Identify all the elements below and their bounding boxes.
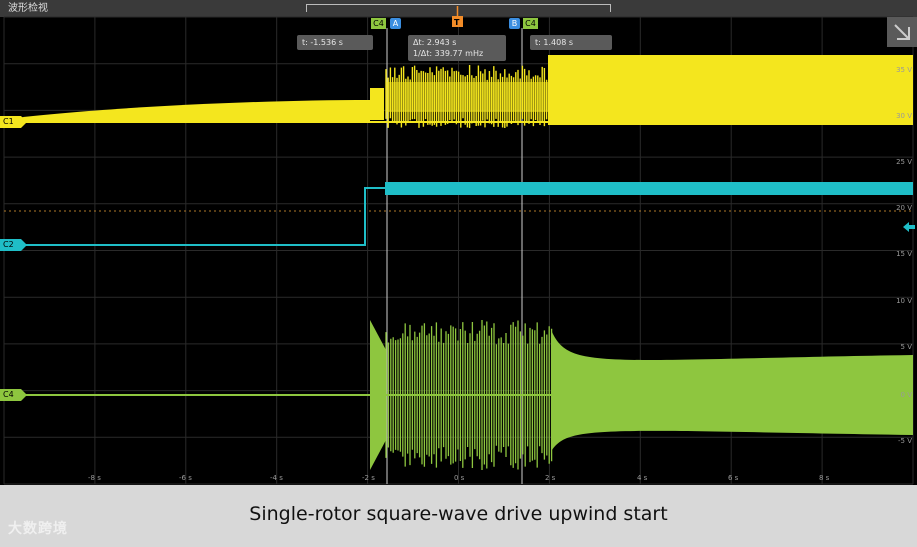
- c1-step: [370, 88, 384, 120]
- volt-label: 0 V: [901, 391, 912, 399]
- time-label: -6 s: [179, 474, 192, 482]
- c1-ramp: [4, 100, 370, 122]
- time-label: 6 s: [728, 474, 738, 482]
- trigger-label: T: [454, 18, 459, 27]
- time-label: -8 s: [88, 474, 101, 482]
- time-label: -2 s: [362, 474, 375, 482]
- volt-label: 15 V: [896, 250, 912, 258]
- cursor-delta-readout: Δt: 2.943 s 1/Δt: 339.77 mHz: [408, 35, 506, 61]
- time-label: 4 s: [637, 474, 647, 482]
- channel-c4-marker[interactable]: C4: [0, 389, 21, 401]
- volt-label: 30 V: [896, 112, 912, 120]
- time-label: 0 s: [454, 474, 464, 482]
- time-label: 2 s: [545, 474, 555, 482]
- channel-c2-marker[interactable]: C2: [0, 239, 21, 251]
- volt-label: 10 V: [896, 297, 912, 305]
- cursor-b-source-tag: C4: [523, 18, 538, 29]
- volt-label: -5 V: [898, 437, 912, 445]
- delta-time: Δt: 2.943 s: [413, 37, 501, 48]
- caption-text: Single-rotor square-wave drive upwind st…: [0, 503, 917, 525]
- oscilloscope-screen: 波形检视 T C4 A B C4 t: -1.536 s Δt: 2.943 s…: [0, 0, 917, 485]
- c2-offset-arrow-icon[interactable]: [903, 222, 915, 232]
- delta-inverse: 1/Δt: 339.77 mHz: [413, 48, 501, 59]
- caption-bar: Single-rotor square-wave drive upwind st…: [0, 485, 917, 547]
- channel-c1-marker[interactable]: C1: [0, 116, 21, 128]
- cursor-a-tag[interactable]: A: [390, 18, 401, 29]
- cursor-b-readout: t: 1.408 s: [530, 35, 612, 50]
- c1-burst-fill: [386, 82, 548, 112]
- time-label: 8 s: [819, 474, 829, 482]
- c2-line: [14, 188, 385, 245]
- cursor-a-readout: t: -1.536 s: [297, 35, 373, 50]
- c2-band: [385, 182, 913, 195]
- watermark-logo: 大数跨境: [8, 518, 68, 538]
- volt-label: 20 V: [896, 204, 912, 212]
- cursor-a-source-tag: C4: [371, 18, 386, 29]
- expand-icon: [887, 17, 917, 47]
- c4-spike: [370, 320, 386, 470]
- cursor-b-tag[interactable]: B: [509, 18, 520, 29]
- volt-label: 5 V: [901, 343, 912, 351]
- corner-expand-button[interactable]: [887, 17, 917, 47]
- time-label: -4 s: [270, 474, 283, 482]
- waveform-canvas[interactable]: [0, 0, 917, 485]
- volt-label: 25 V: [896, 158, 912, 166]
- c4-steady: [552, 332, 913, 450]
- c1-steady: [548, 55, 913, 125]
- volt-label: 35 V: [896, 66, 912, 74]
